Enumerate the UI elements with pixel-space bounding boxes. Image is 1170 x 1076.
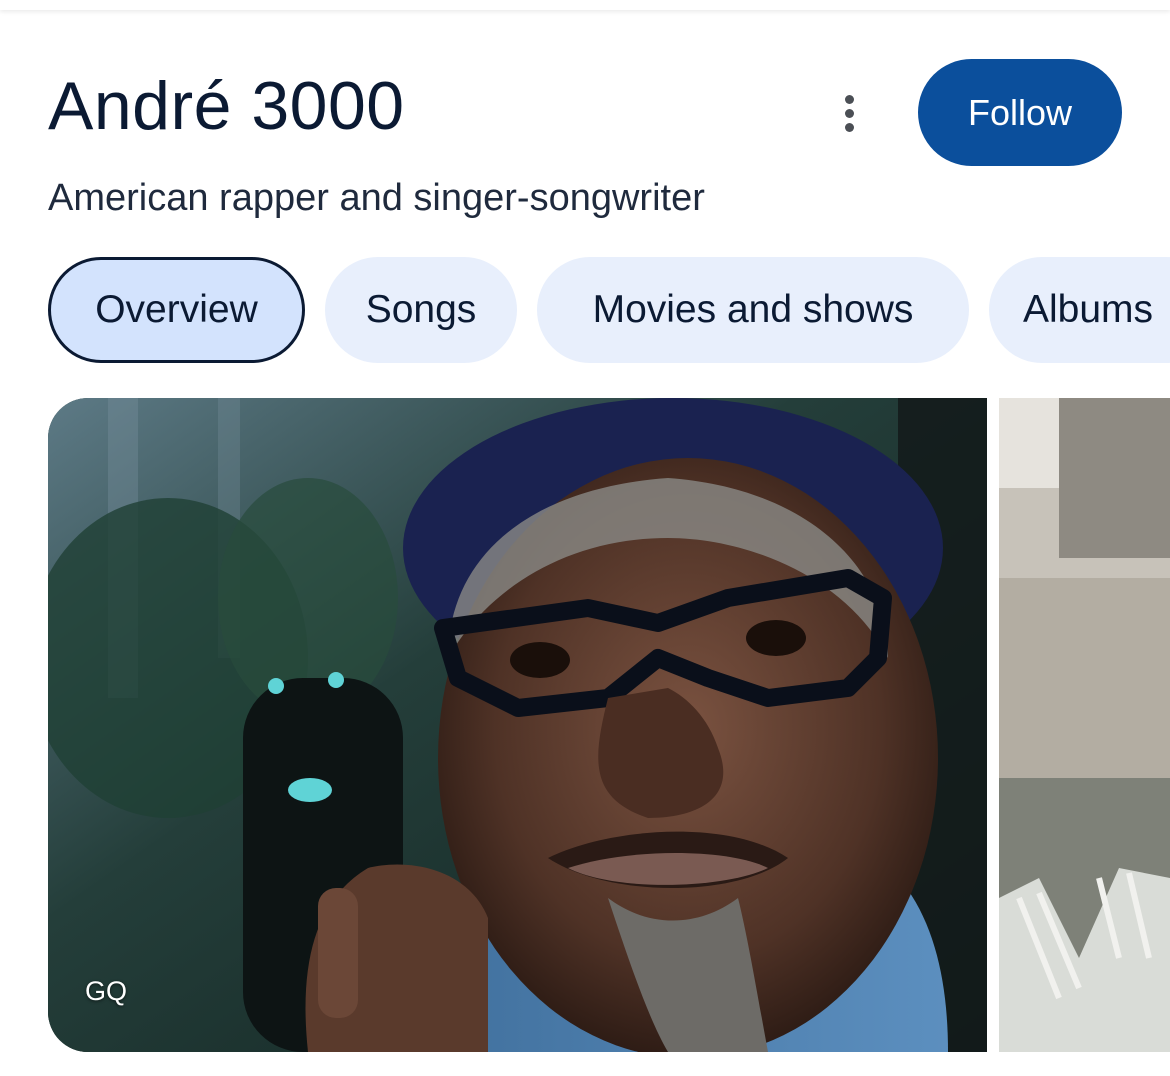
main-image[interactable]: GQ: [48, 398, 987, 1052]
more-vert-icon-dot: [844, 108, 854, 118]
tab-albums[interactable]: Albums: [989, 257, 1170, 363]
tab-movies-and-shows[interactable]: Movies and shows: [537, 257, 969, 363]
tab-overview[interactable]: Overview: [48, 257, 305, 363]
portrait-image: [48, 398, 987, 1052]
entity-title: André 3000: [48, 68, 405, 144]
next-image-preview: [999, 398, 1170, 1052]
tab-songs[interactable]: Songs: [325, 257, 517, 363]
top-bar-shadow: [0, 0, 1170, 10]
more-vert-icon: [844, 94, 854, 104]
more-options-button[interactable]: [824, 88, 874, 138]
follow-button[interactable]: Follow: [918, 59, 1122, 166]
more-vert-icon-dot: [844, 122, 854, 132]
tab-bar: Overview Songs Movies and shows Albums: [48, 257, 1170, 365]
next-image[interactable]: [999, 398, 1170, 1052]
image-source-label: GQ: [85, 976, 128, 1006]
entity-subtitle: American rapper and singer-songwriter: [48, 177, 705, 219]
